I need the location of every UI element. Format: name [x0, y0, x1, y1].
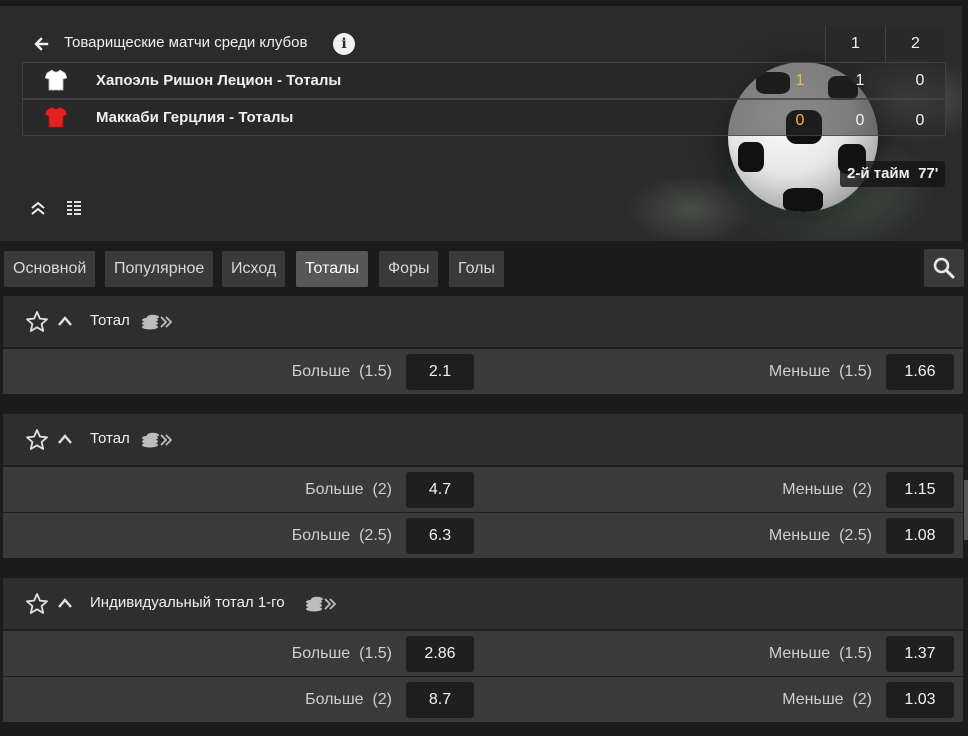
score-column-2: 2	[885, 26, 945, 62]
odds-row: Больше (2.5) 6.3 Меньше (2.5) 1.08	[3, 512, 963, 558]
red-jersey-icon	[45, 106, 67, 128]
under-odds-button[interactable]: 1.15	[886, 472, 954, 508]
under-label: Меньше (2)	[782, 691, 872, 708]
search-button[interactable]	[924, 249, 964, 287]
grid-icon[interactable]	[66, 200, 82, 216]
over-odds-button[interactable]: 2.1	[406, 354, 474, 390]
search-icon	[933, 257, 955, 279]
chevron-up-icon[interactable]	[57, 432, 73, 446]
market-individual-total: Индивидуальный тотал 1-го Больше (1.5) 2…	[3, 578, 963, 722]
under-label: Меньше (1.5)	[768, 363, 872, 380]
over-odds-button[interactable]: 6.3	[406, 518, 474, 554]
odds-row: Больше (1.5) 2.86 Меньше (1.5) 1.37	[3, 630, 963, 676]
white-jersey-icon	[45, 69, 67, 91]
under-odds-button[interactable]: 1.03	[886, 682, 954, 718]
back-arrow-icon[interactable]	[33, 36, 49, 52]
under-odds-button[interactable]: 1.66	[886, 354, 954, 390]
league-title: Товарищеские матчи среди клубов	[64, 34, 308, 51]
star-icon[interactable]	[25, 310, 49, 334]
current-score-away: 0	[795, 112, 805, 129]
star-icon[interactable]	[25, 592, 49, 616]
score-home-2: 0	[915, 72, 925, 89]
under-label: Меньше (2)	[782, 481, 872, 498]
collapse-icon[interactable]	[30, 200, 46, 216]
under-label: Меньше (2.5)	[768, 527, 872, 544]
tab-outcome[interactable]: Исход	[222, 251, 286, 287]
under-odds-button[interactable]: 1.08	[886, 518, 954, 554]
team-row-home: Хапоэль Ришон Лецион - Тоталы 1 1 0	[22, 62, 946, 99]
market-header[interactable]: Тотал	[3, 414, 963, 466]
scrollbar-thumb[interactable]	[964, 480, 968, 540]
market-title: Тотал	[90, 312, 130, 329]
tab-main[interactable]: Основной	[4, 251, 96, 287]
team-name-away: Маккаби Герцлия - Тоталы	[96, 109, 294, 126]
score-away-2: 0	[915, 112, 925, 129]
current-score-home: 1	[795, 72, 805, 89]
market-title: Индивидуальный тотал 1-го	[90, 594, 285, 611]
under-label: Меньше (1.5)	[768, 645, 872, 662]
market-header[interactable]: Тотал	[3, 296, 963, 348]
coins-icon	[306, 596, 337, 612]
market-header[interactable]: Индивидуальный тотал 1-го	[3, 578, 963, 630]
over-odds-button[interactable]: 4.7	[406, 472, 474, 508]
odds-row: Больше (2) 8.7 Меньше (2) 1.03	[3, 676, 963, 722]
over-odds-button[interactable]: 8.7	[406, 682, 474, 718]
chevron-up-icon[interactable]	[57, 596, 73, 610]
market-total-2: Тотал Больше (2) 4.7 Меньше (2) 1.15 Бол…	[3, 414, 963, 558]
tab-handicaps[interactable]: Форы	[379, 251, 439, 287]
star-icon[interactable]	[25, 428, 49, 452]
team-row-away: Маккаби Герцлия - Тоталы 0 0 0	[22, 99, 946, 136]
score-column-1: 1	[825, 26, 885, 62]
under-odds-button[interactable]: 1.37	[886, 636, 954, 672]
over-odds-button[interactable]: 2.86	[406, 636, 474, 672]
score-home-1: 1	[855, 72, 865, 89]
odds-row: Больше (1.5) 2.1 Меньше (1.5) 1.66	[3, 348, 963, 394]
chevron-up-icon[interactable]	[57, 314, 73, 328]
over-label: Больше (1.5)	[291, 363, 392, 380]
team-name-home: Хапоэль Ришон Лецион - Тоталы	[96, 72, 342, 89]
over-label: Больше (2.5)	[291, 527, 392, 544]
tab-goals[interactable]: Голы	[449, 251, 504, 287]
tab-totals[interactable]: Тоталы	[296, 251, 368, 287]
tab-popular[interactable]: Популярное	[105, 251, 214, 287]
match-period: 2-й тайм 77'	[840, 161, 946, 187]
over-label: Больше (2)	[305, 691, 392, 708]
match-header: Товарищеские матчи среди клубов i 1 2 Ха…	[0, 0, 968, 241]
market-total-1: Тотал Больше (1.5) 2.1 Меньше (1.5) 1.66	[3, 296, 963, 394]
coins-icon	[142, 432, 173, 448]
over-label: Больше (2)	[305, 481, 392, 498]
over-label: Больше (1.5)	[291, 645, 392, 662]
coins-icon	[142, 314, 173, 330]
odds-row: Больше (2) 4.7 Меньше (2) 1.15	[3, 466, 963, 512]
market-title: Тотал	[90, 430, 130, 447]
score-away-1: 0	[855, 112, 865, 129]
market-tabs: Основной Популярное Исход Тоталы Форы Го…	[0, 241, 968, 296]
info-icon[interactable]: i	[333, 33, 355, 55]
